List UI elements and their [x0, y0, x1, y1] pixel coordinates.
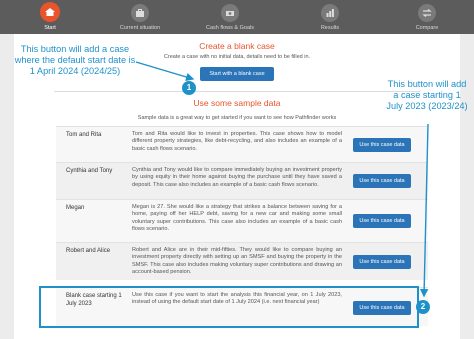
arrow-to-highlight-row	[419, 123, 429, 298]
callout-left: This button will add a case where the de…	[14, 44, 136, 76]
step-badge-1: 1	[182, 81, 196, 95]
step-badge-2: 2	[416, 300, 430, 314]
callout-right: This button will add a case starting 1 J…	[386, 79, 468, 111]
arrow-to-blank-button	[135, 61, 195, 82]
